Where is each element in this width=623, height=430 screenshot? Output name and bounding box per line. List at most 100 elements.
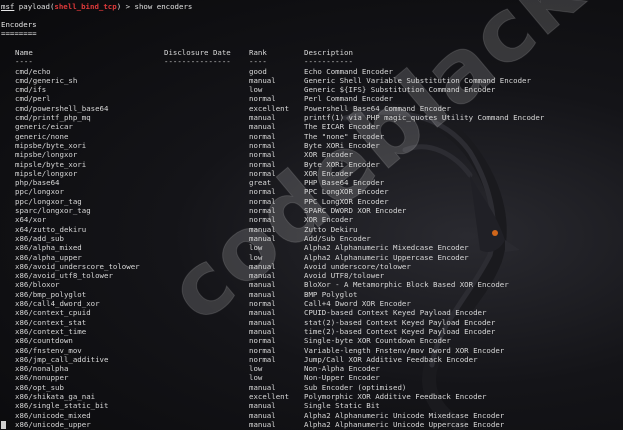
encoder-description: Single-byte XOR Countdown Encoder <box>304 336 451 346</box>
encoder-description: Call+4 Dword XOR Encoder <box>304 299 411 308</box>
encoder-name: x86/call4_dword_xor <box>15 299 100 308</box>
encoder-name: cmd/powershell_base64 <box>15 103 109 113</box>
encoder-rank: good <box>249 66 267 76</box>
encoder-rank: manual <box>249 233 276 243</box>
encoder-rank: low <box>249 252 263 262</box>
module-name: shell_bind_tcp <box>54 2 117 11</box>
encoder-name: x86/nonalpha <box>15 364 69 374</box>
encoder-description: CPUID-based Context Keyed Payload Encode… <box>304 308 487 318</box>
encoder-rank: normal <box>249 159 276 169</box>
command-prompt: msf payload(shell_bind_tcp) > show encod… <box>1 2 192 11</box>
separator-rank: ---- <box>249 57 267 66</box>
encoder-rank: manual <box>249 289 276 299</box>
encoder-name: x86/unicode_upper <box>15 419 91 429</box>
encoder-rank: great <box>249 178 272 188</box>
encoder-description: BMP Polyglot <box>304 289 358 299</box>
header-description: Description <box>304 48 353 57</box>
encoder-name: x86/nonupper <box>15 373 69 383</box>
encoder-description: Variable-length Fnstenv/mov Dword XOR En… <box>304 345 505 355</box>
header-date: Disclosure Date <box>164 48 231 57</box>
separator-date: --------------- <box>164 57 231 66</box>
encoder-name: php/base64 <box>15 178 60 188</box>
encoder-description: Generic Shell Variable Substitution Comm… <box>304 75 531 85</box>
encoder-description: Echo Command Encoder <box>304 66 393 76</box>
encoder-rank: low <box>249 243 263 253</box>
encoder-description: SPARC DWORD XOR Encoder <box>304 206 407 215</box>
encoder-description: The "none" Encoder <box>304 131 385 141</box>
encoder-name: mipsbe/longxor <box>15 150 78 160</box>
table-header: Name Disclosure Date Rank Description <box>1 48 353 57</box>
encoder-name: cmd/ifs <box>15 85 47 95</box>
encoder-rank: normal <box>249 299 276 308</box>
encoder-name: x86/unicode_mixed <box>15 410 91 420</box>
section-title: Encoders <box>1 20 37 29</box>
encoder-rank: manual <box>249 401 276 411</box>
encoder-rank: normal <box>249 354 276 364</box>
encoder-description: stat(2)-based Context Keyed Payload Enco… <box>304 317 496 327</box>
encoder-name: mipsle/byte_xori <box>15 159 87 169</box>
encoder-name: mipsbe/byte_xori <box>15 140 87 150</box>
section-underline: ======== <box>1 29 37 38</box>
encoder-name: x86/context_stat <box>15 317 87 327</box>
encoder-rank: normal <box>249 196 276 206</box>
encoder-name: x64/zutto_dekiru <box>15 224 87 234</box>
encoder-name: x86/opt_sub <box>15 382 64 392</box>
encoder-description: XOR Encoder <box>304 215 353 225</box>
encoder-rank: manual <box>249 113 276 122</box>
encoder-rank: normal <box>249 336 276 346</box>
encoder-name: cmd/generic_sh <box>15 75 78 85</box>
encoder-name: cmd/echo <box>15 66 51 76</box>
encoder-description: Sub Encoder (optimised) <box>304 382 407 392</box>
encoder-rank: normal <box>249 140 276 150</box>
encoder-rank: manual <box>249 280 276 290</box>
encoder-description: Non-Upper Encoder <box>304 373 380 383</box>
encoder-rank: normal <box>249 150 276 160</box>
encoder-description: Powershell Base64 Command Encoder <box>304 103 451 113</box>
encoder-description: Byte XORi Encoder <box>304 159 380 169</box>
separator-name: ---- <box>15 57 33 66</box>
terminal-cursor <box>1 421 6 429</box>
encoder-rank: manual <box>249 271 276 281</box>
encoder-description: Avoid underscore/tolower <box>304 261 411 271</box>
header-name: Name <box>15 48 33 57</box>
encoder-rank: normal <box>249 345 276 355</box>
encoder-name: x86/avoid_underscore_tolower <box>15 261 140 271</box>
encoder-rank: manual <box>249 410 276 420</box>
encoder-name: x86/context_time <box>15 326 87 336</box>
encoder-name: ppc/longxor <box>15 187 64 197</box>
payload-suffix: ) > <box>116 2 135 11</box>
encoder-description: Generic ${IFS} Substitution Command Enco… <box>304 85 496 95</box>
encoder-name: x86/alpha_mixed <box>15 243 82 253</box>
terminal-window[interactable]: codeblack.net msf payload(shell_bind_tcp… <box>0 0 623 430</box>
encoder-rank: low <box>249 373 263 383</box>
encoder-description: PHP Base64 Encoder <box>304 178 385 188</box>
encoder-name: x86/alpha_upper <box>15 252 82 262</box>
encoder-name: x64/xor <box>15 215 47 225</box>
encoder-description: Alpha2 Alphanumeric Unicode Uppercase En… <box>304 419 505 429</box>
encoder-rank: manual <box>249 419 276 429</box>
encoder-description: XOR Encoder <box>304 168 353 178</box>
encoder-rank: manual <box>249 326 276 336</box>
encoder-description: XOR Encoder <box>304 150 353 160</box>
encoder-rank: manual <box>249 382 276 392</box>
encoder-rank: low <box>249 85 263 95</box>
encoder-rank: manual <box>249 75 276 85</box>
encoder-name: cmd/perl <box>15 94 51 104</box>
encoder-name: x86/fnstenv_mov <box>15 345 82 355</box>
encoder-rank: manual <box>249 317 276 327</box>
encoder-name: x86/bmp_polyglot <box>15 289 87 299</box>
encoder-name: x86/single_static_bit <box>15 401 109 411</box>
encoder-rank: manual <box>249 308 276 318</box>
encoder-description: Add/Sub Encoder <box>304 233 371 243</box>
encoder-description: Avoid UTF8/tolower <box>304 271 385 281</box>
encoder-description: Alpha2 Alphanumeric Mixedcase Encoder <box>304 243 469 253</box>
encoder-name: ppc/longxor_tag <box>15 196 82 206</box>
encoder-name: x86/countdown <box>15 336 73 346</box>
encoder-name: sparc/longxor_tag <box>15 206 91 215</box>
payload-prefix: payload( <box>14 2 55 11</box>
encoder-description: Perl Command Encoder <box>304 94 393 104</box>
encoder-name: x86/add_sub <box>15 233 64 243</box>
header-rank: Rank <box>249 48 267 57</box>
encoder-rank: normal <box>249 215 276 225</box>
encoder-description: PPC LongXOR Encoder <box>304 187 389 197</box>
